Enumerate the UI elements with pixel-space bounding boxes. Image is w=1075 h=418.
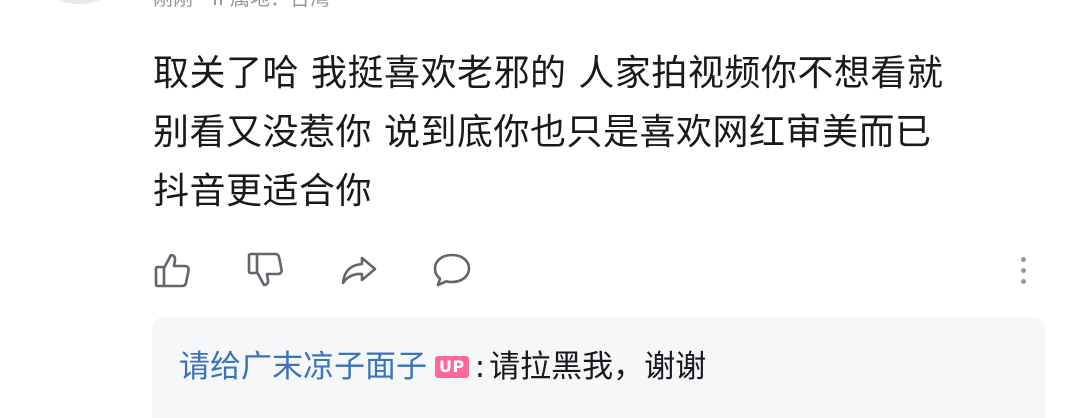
reply-preview[interactable]: 请给广末凉子面子 UP : 请拉黑我，谢谢 [152, 317, 1045, 418]
like-button[interactable] [150, 248, 194, 292]
reply-line: 请给广末凉子面子 UP : 请拉黑我，谢谢 [179, 347, 706, 387]
reply-button[interactable] [430, 248, 474, 292]
more-vertical-icon [1020, 256, 1026, 262]
reply-text: 请拉黑我，谢谢 [489, 349, 707, 385]
comment-line: 别看又没惹你 说到底你也只是喜欢网红审美而已 [153, 112, 932, 153]
comment-text: 取关了哈 我挺喜欢老邪的 人家拍视频你不想看就 别看又没惹你 说到底你也只是喜欢… [153, 44, 1023, 221]
thumbs-up-icon [154, 253, 190, 288]
thumbs-down-icon [247, 252, 283, 287]
up-badge: UP [435, 356, 469, 378]
comment-line: 取关了哈 我挺喜欢老邪的 人家拍视频你不想看就 [153, 53, 944, 94]
comment-meta: 刚刚 · IP属地：台湾 [153, 0, 330, 10]
reply-separator: : [474, 349, 486, 385]
dislike-button[interactable] [243, 248, 287, 292]
comment-actions [0, 244, 1075, 296]
share-icon [341, 256, 377, 285]
share-button[interactable] [337, 248, 381, 292]
reply-username[interactable]: 请给广末凉子面子 [179, 347, 427, 387]
avatar[interactable] [40, 0, 118, 4]
comment-icon [433, 253, 471, 287]
more-button[interactable] [1008, 248, 1038, 292]
comment-line: 抖音更适合你 [153, 171, 373, 212]
